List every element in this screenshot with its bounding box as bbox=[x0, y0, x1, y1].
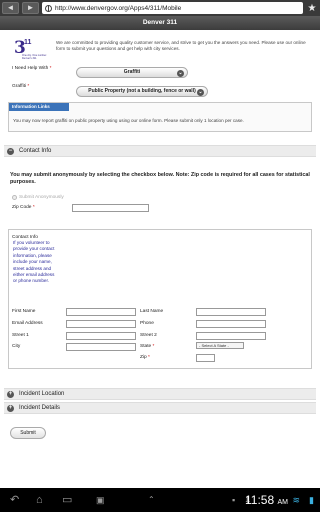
recent-apps-icon[interactable]: ▭ bbox=[62, 488, 72, 512]
graffiti-label: Graffiti * bbox=[12, 84, 30, 89]
first-name-label: First Name bbox=[12, 309, 36, 314]
forward-arrow-icon: ► bbox=[26, 3, 35, 12]
need-help-label: I Need Help With * bbox=[12, 66, 52, 71]
submit-anonymously-option[interactable]: Submit Anonymously bbox=[12, 195, 64, 200]
zip-input[interactable] bbox=[196, 354, 215, 362]
forward-button[interactable]: ► bbox=[22, 2, 39, 14]
phone-input[interactable] bbox=[196, 320, 266, 328]
expand-plus-icon: + bbox=[7, 391, 14, 398]
wifi-icon: ≋ bbox=[292, 495, 300, 505]
email-input[interactable] bbox=[66, 320, 136, 328]
globe-icon bbox=[45, 4, 52, 12]
city-input[interactable] bbox=[66, 343, 136, 351]
state-select[interactable]: - Select A State - bbox=[196, 342, 244, 349]
expand-plus-icon: + bbox=[7, 405, 14, 412]
state-label: State * bbox=[140, 344, 155, 349]
last-name-input[interactable] bbox=[196, 308, 266, 316]
submit-button[interactable]: Submit bbox=[10, 427, 46, 439]
information-links-header: Information Links bbox=[9, 103, 69, 111]
information-links-box: Information Links You may now report gra… bbox=[8, 102, 312, 132]
back-button[interactable]: ◄ bbox=[2, 2, 19, 14]
street2-label: Street 2 bbox=[140, 333, 157, 338]
zip-code-input[interactable] bbox=[72, 204, 149, 212]
incident-location-section-toggle[interactable]: + Incident Location bbox=[4, 388, 316, 400]
back-nav-icon[interactable]: ↶ bbox=[10, 488, 19, 512]
incident-details-section-toggle[interactable]: + Incident Details bbox=[4, 402, 316, 414]
home-nav-icon[interactable]: ⌂ bbox=[36, 488, 43, 512]
denver-311-logo: 3 11 One city. One number. Denver's 311 bbox=[14, 38, 47, 60]
need-help-select[interactable]: Graffiti ⌄ bbox=[76, 67, 188, 78]
collapse-minus-icon: − bbox=[7, 148, 14, 155]
zip-code-label: Zip Code * bbox=[12, 205, 35, 210]
phone-label: Phone bbox=[140, 321, 154, 326]
city-label: City bbox=[12, 344, 21, 349]
url-text: http://www.denvergov.org/Apps4/311/Mobil… bbox=[55, 4, 182, 12]
notification-icon: ▪ bbox=[232, 495, 236, 505]
intro-text: We are committed to providing quality cu… bbox=[56, 40, 306, 52]
contact-info-section-toggle[interactable]: − Contact Info bbox=[4, 145, 316, 157]
screenshot-icon[interactable]: ▣ bbox=[96, 488, 105, 512]
chevron-down-icon: ⌄ bbox=[197, 88, 204, 96]
zip-label: Zip * bbox=[140, 355, 150, 360]
first-name-input[interactable] bbox=[66, 308, 136, 316]
system-navigation-bar: ↶ ⌂ ▭ ▣ ⌃ ▪ ⬇ 11:58 AM ≋ ▮ bbox=[0, 488, 320, 512]
anonymous-radio[interactable] bbox=[12, 195, 17, 200]
street1-label: Street 1 bbox=[12, 333, 29, 338]
chevron-down-icon: ⌄ bbox=[177, 69, 184, 77]
last-name-label: Last Name bbox=[140, 309, 164, 314]
bookmark-star-icon[interactable]: ★ bbox=[306, 3, 318, 14]
contact-info-note: If you volunteer to provide your contact… bbox=[13, 240, 55, 284]
clock: 11:58 AM bbox=[245, 493, 288, 507]
graffiti-select[interactable]: Public Property (not a building, fence o… bbox=[76, 86, 208, 97]
menu-up-icon[interactable]: ⌃ bbox=[148, 488, 155, 512]
street2-input[interactable] bbox=[196, 332, 266, 340]
battery-icon: ▮ bbox=[309, 495, 314, 505]
information-text: You may now report graffiti on public pr… bbox=[13, 118, 244, 123]
address-bar[interactable]: http://www.denvergov.org/Apps4/311/Mobil… bbox=[42, 2, 303, 14]
email-label: Email Address bbox=[12, 321, 43, 326]
back-arrow-icon: ◄ bbox=[6, 3, 15, 12]
street1-input[interactable] bbox=[66, 332, 136, 340]
anonymous-notice: You may submit anonymously by selecting … bbox=[10, 172, 310, 185]
page-title: Denver 311 bbox=[0, 16, 320, 30]
browser-toolbar: ◄ ► http://www.denvergov.org/Apps4/311/M… bbox=[0, 0, 320, 16]
